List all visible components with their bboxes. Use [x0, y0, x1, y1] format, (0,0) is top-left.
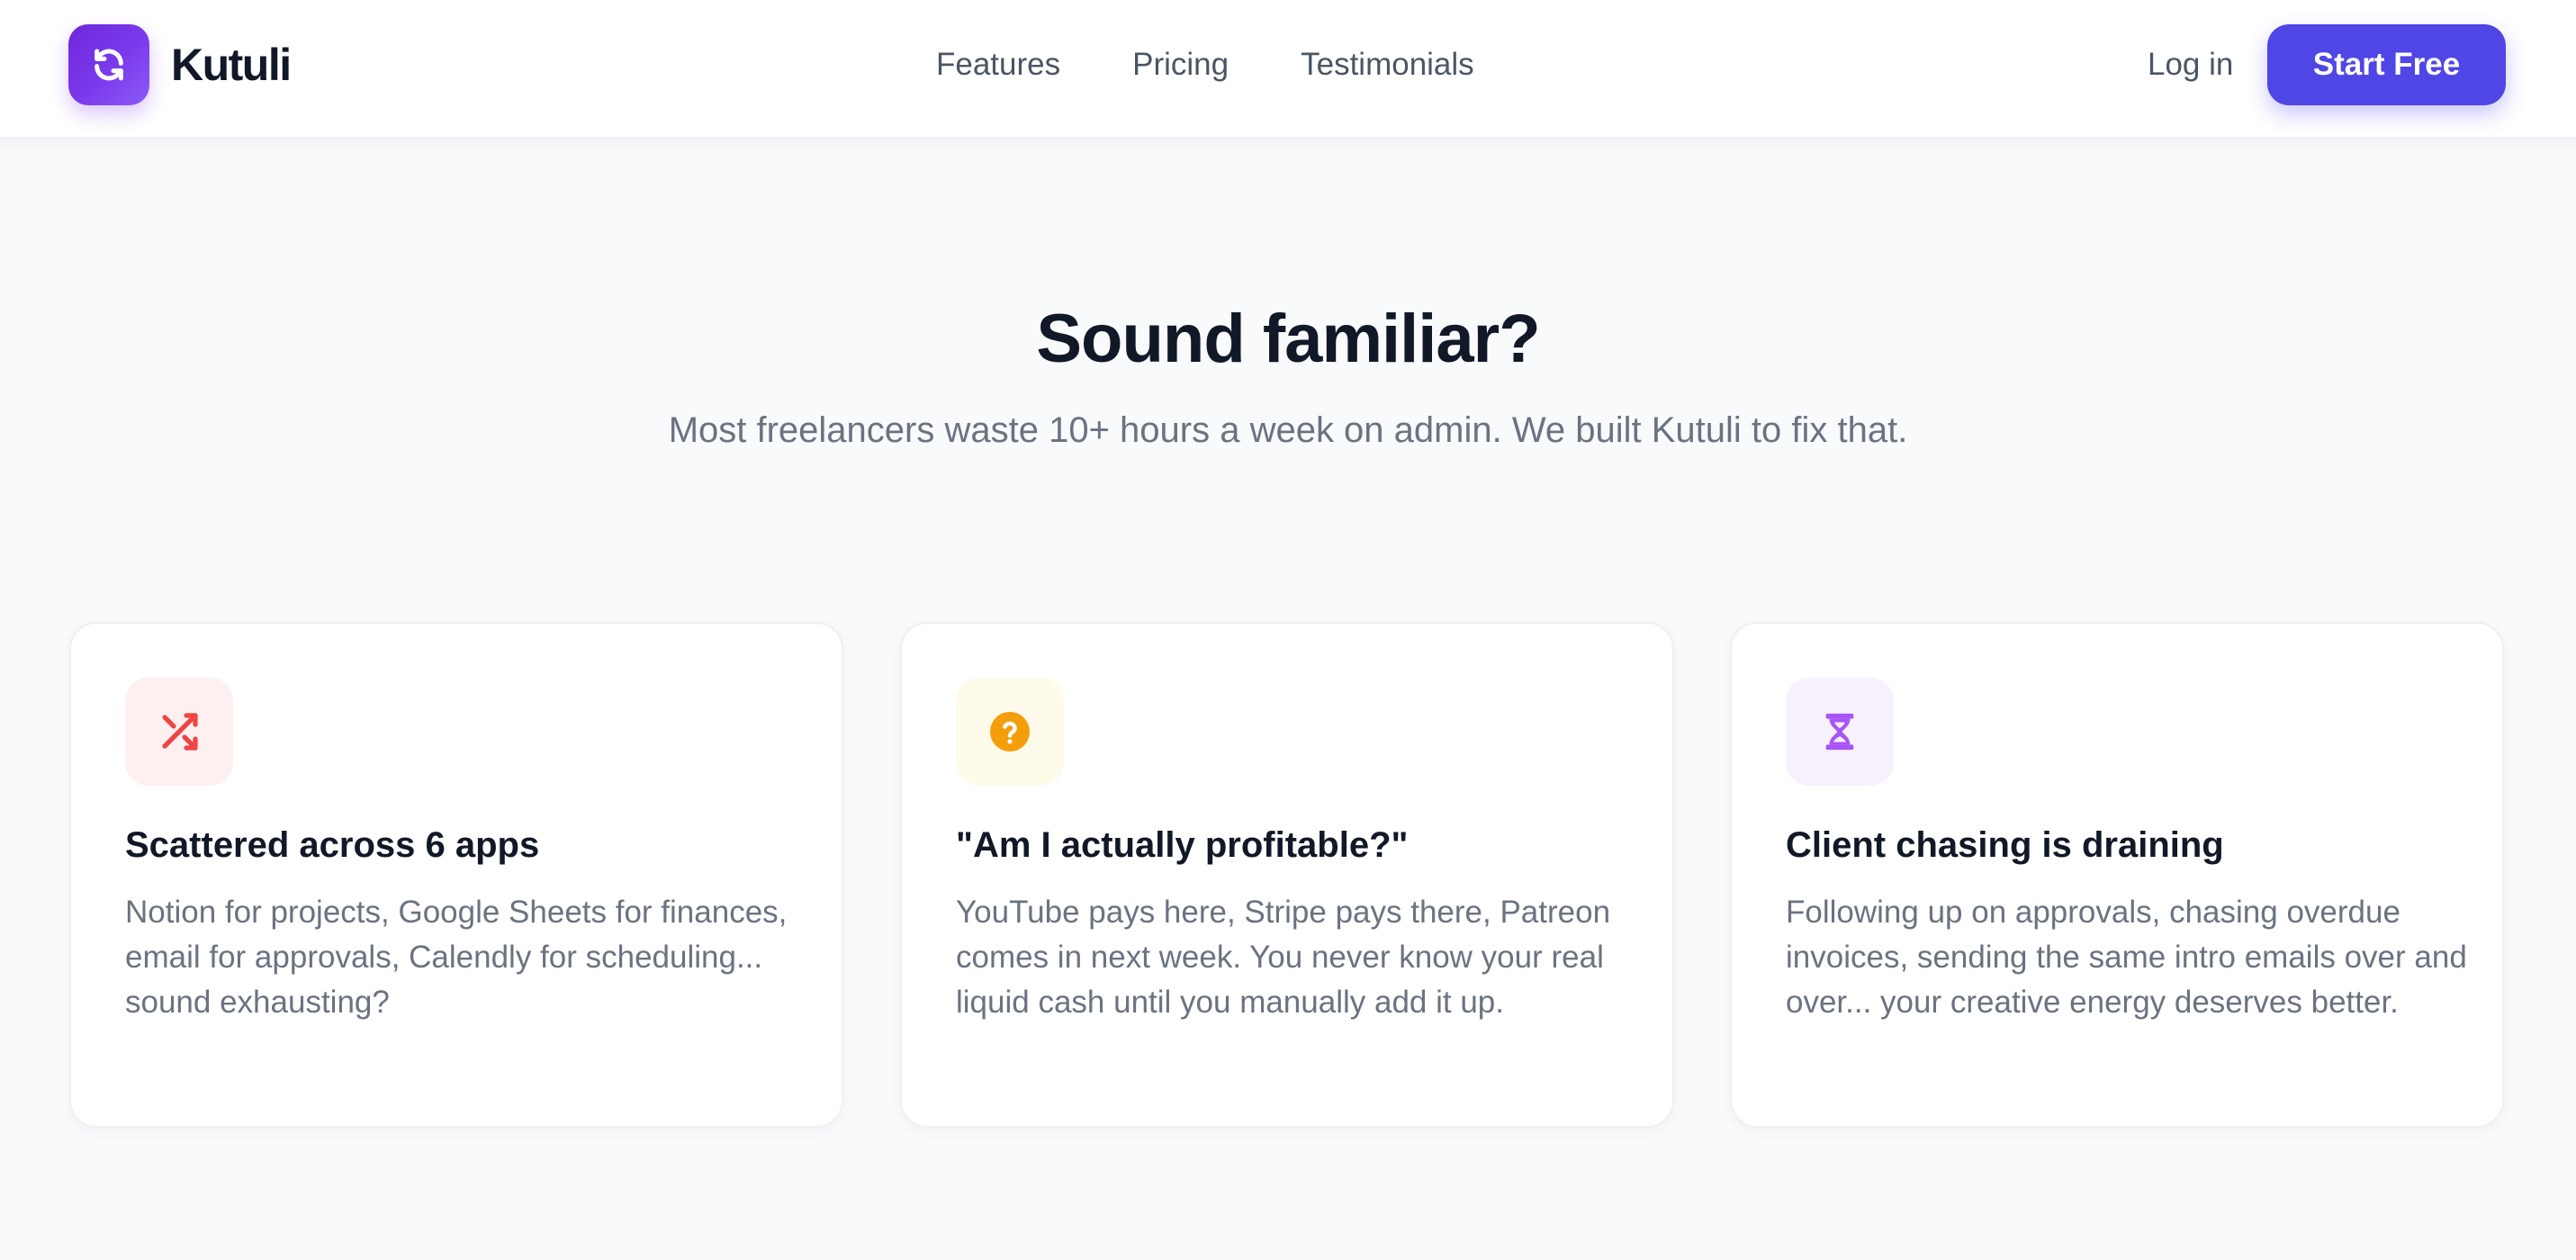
top-navigation-bar: Kutuli Features Pricing Testimonials Log… [0, 0, 2576, 139]
header-divider [0, 139, 2576, 151]
card-icon-badge [1786, 678, 1894, 786]
section-title: Sound familiar? [1036, 301, 1540, 377]
pain-point-card: "Am I actually profitable?" YouTube pays… [900, 622, 1674, 1128]
card-title: "Am I actually profitable?" [956, 825, 1409, 865]
brand-logo [68, 24, 149, 105]
card-icon-badge [125, 678, 233, 786]
nav-link-testimonials[interactable]: Testimonials [1301, 40, 1474, 90]
card-title: Client chasing is draining [1786, 825, 2224, 865]
brand-home-link[interactable]: Kutuli [68, 24, 292, 105]
start-free-button[interactable]: Start Free [2267, 24, 2506, 105]
refresh-icon [95, 49, 123, 81]
card-description: Notion for projects, Google Sheets for f… [125, 895, 788, 1020]
card-icon-badge [956, 678, 1064, 786]
brand-name: Kutuli [171, 40, 292, 90]
hourglass-icon [1825, 713, 1854, 751]
card-description: YouTube pays here, Stripe pays there, Pa… [956, 895, 1611, 1020]
nav-link-pricing[interactable]: Pricing [1132, 40, 1229, 90]
pain-point-card: Scattered across 6 apps Notion for proje… [69, 622, 843, 1128]
shuffle-icon [162, 713, 198, 751]
section-subtitle: Most freelancers waste 10+ hours a week … [668, 410, 1908, 450]
card-title: Scattered across 6 apps [125, 825, 540, 865]
question-circle-icon [990, 712, 1030, 752]
card-description: Following up on approvals, chasing overd… [1786, 895, 2467, 1020]
nav-link-features[interactable]: Features [936, 40, 1060, 90]
main-nav: Features Pricing Testimonials [936, 40, 1474, 90]
login-link[interactable]: Log in [2148, 40, 2233, 90]
pain-point-card: Client chasing is draining Following up … [1730, 622, 2504, 1128]
